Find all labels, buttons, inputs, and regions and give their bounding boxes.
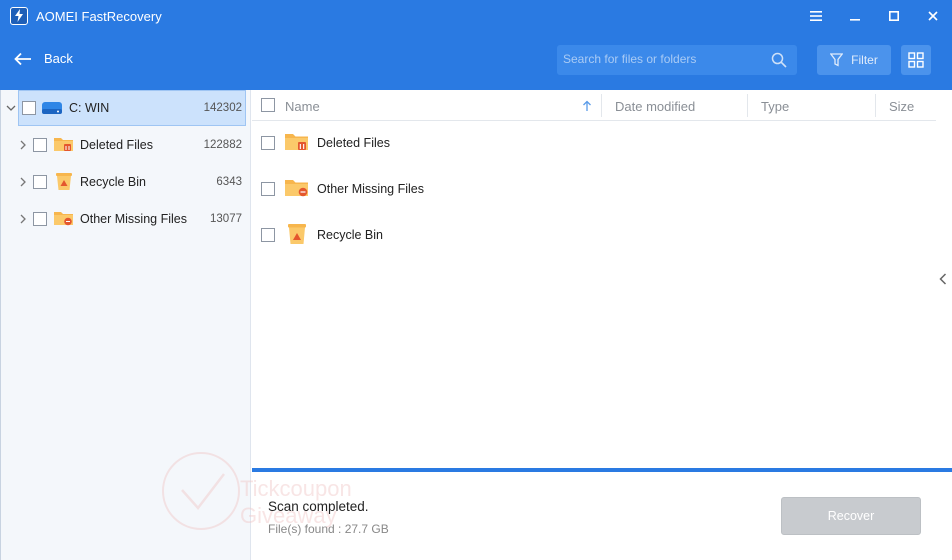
tree-item-recycle-bin[interactable]: Recycle Bin 6343 bbox=[1, 164, 251, 200]
drive-checkbox[interactable] bbox=[22, 101, 36, 115]
tree-checkbox[interactable] bbox=[33, 138, 47, 152]
back-button[interactable]: Back bbox=[14, 51, 73, 66]
file-name: Recycle Bin bbox=[317, 228, 383, 242]
column-divider[interactable] bbox=[601, 94, 602, 117]
tree-checkbox[interactable] bbox=[33, 175, 47, 189]
scan-status-text: Scan completed. bbox=[268, 499, 369, 514]
close-button[interactable] bbox=[913, 0, 952, 32]
view-mode-button[interactable] bbox=[901, 45, 931, 75]
tree-item-label: Other Missing Files bbox=[80, 212, 187, 226]
hamburger-icon bbox=[809, 11, 822, 21]
column-size[interactable]: Size bbox=[889, 99, 914, 114]
minimize-button[interactable] bbox=[835, 0, 874, 32]
chevron-right-icon[interactable] bbox=[17, 139, 29, 151]
files-found-text: File(s) found : 27.7 GB bbox=[268, 522, 389, 536]
missing-folder-icon bbox=[285, 180, 308, 197]
tree-item-label: Deleted Files bbox=[80, 138, 153, 152]
arrow-left-icon bbox=[14, 52, 31, 65]
folder-tree-panel: C: WIN 142302 Deleted Files 122882 Recyc… bbox=[0, 90, 251, 560]
file-list-panel: Name Date modified Type Size Deleted Fil… bbox=[252, 90, 952, 468]
tree-item-deleted-files[interactable]: Deleted Files 122882 bbox=[1, 127, 251, 163]
column-name[interactable]: Name bbox=[285, 99, 320, 114]
file-name: Deleted Files bbox=[317, 136, 390, 150]
row-checkbox[interactable] bbox=[261, 182, 275, 196]
drive-count: 142302 bbox=[203, 102, 242, 114]
tree-item-other-missing-files[interactable]: Other Missing Files 13077 bbox=[1, 201, 251, 237]
search-input[interactable] bbox=[563, 52, 763, 66]
file-name: Other Missing Files bbox=[317, 182, 424, 196]
status-panel: Scan completed. File(s) found : 27.7 GB … bbox=[252, 468, 952, 560]
tree-checkbox[interactable] bbox=[33, 212, 47, 226]
chevron-right-icon[interactable] bbox=[17, 213, 29, 225]
window-controls bbox=[796, 0, 952, 32]
collapse-panel-arrow-icon[interactable] bbox=[939, 273, 947, 285]
column-header: Name Date modified Type Size bbox=[252, 90, 936, 121]
table-row[interactable]: Recycle Bin bbox=[252, 218, 936, 252]
column-type[interactable]: Type bbox=[761, 99, 789, 114]
tree-item-drive[interactable]: C: WIN 142302 bbox=[1, 90, 251, 126]
deleted-folder-icon bbox=[54, 138, 73, 151]
recycle-bin-icon bbox=[288, 224, 306, 244]
table-row[interactable]: Other Missing Files bbox=[252, 172, 936, 206]
tree-item-label: Recycle Bin bbox=[80, 175, 146, 189]
missing-folder-icon bbox=[54, 212, 73, 226]
menu-button[interactable] bbox=[796, 0, 835, 32]
hard-drive-icon bbox=[42, 102, 62, 114]
tree-item-count: 13077 bbox=[210, 213, 242, 225]
column-divider[interactable] bbox=[747, 94, 748, 117]
app-logo-icon bbox=[10, 7, 28, 25]
grid-view-icon bbox=[908, 52, 924, 68]
column-date-modified[interactable]: Date modified bbox=[615, 99, 695, 114]
filter-label: Filter bbox=[851, 53, 878, 67]
sort-ascending-icon[interactable] bbox=[582, 100, 592, 112]
close-icon bbox=[927, 11, 938, 21]
filter-button[interactable]: Filter bbox=[817, 45, 891, 75]
title-bar: AOMEI FastRecovery bbox=[0, 0, 952, 32]
recycle-bin-icon bbox=[56, 173, 72, 190]
toolbar: Back Filter bbox=[0, 32, 952, 90]
column-divider[interactable] bbox=[875, 94, 876, 117]
chevron-right-icon[interactable] bbox=[17, 176, 29, 188]
filter-icon bbox=[830, 53, 844, 67]
row-checkbox[interactable] bbox=[261, 136, 275, 150]
table-row[interactable]: Deleted Files bbox=[252, 126, 936, 160]
app-title: AOMEI FastRecovery bbox=[36, 8, 162, 24]
select-all-checkbox[interactable] bbox=[261, 98, 275, 112]
maximize-button[interactable] bbox=[874, 0, 913, 32]
deleted-folder-icon bbox=[285, 134, 308, 150]
tree-item-count: 122882 bbox=[203, 139, 242, 151]
drive-label: C: WIN bbox=[69, 101, 110, 115]
chevron-down-icon[interactable] bbox=[5, 102, 17, 114]
maximize-icon bbox=[888, 11, 899, 21]
recover-button[interactable]: Recover bbox=[781, 497, 921, 535]
minimize-icon bbox=[849, 19, 860, 21]
search-icon[interactable] bbox=[771, 52, 787, 68]
search-box bbox=[557, 45, 797, 75]
back-label: Back bbox=[44, 51, 73, 66]
row-checkbox[interactable] bbox=[261, 228, 275, 242]
tree-item-count: 6343 bbox=[216, 176, 242, 188]
